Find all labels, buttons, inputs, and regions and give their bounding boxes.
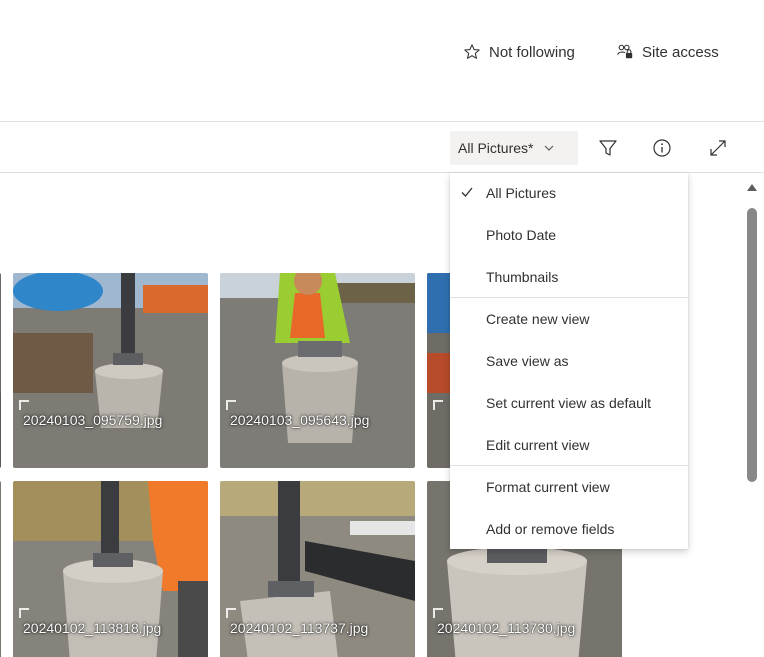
menu-item-label: Format current view [486,479,610,495]
filter-icon [599,140,617,156]
site-access-label: Site access [642,43,719,61]
site-access-button[interactable]: Site access [616,40,719,64]
info-button[interactable] [650,136,674,160]
follow-label: Not following [489,43,575,61]
photo-tile-partial[interactable] [0,481,1,657]
menu-item-all-pictures[interactable]: All Pictures [450,173,688,213]
select-marker [433,608,443,618]
people-lock-icon [617,44,633,59]
menu-item-thumbnails[interactable]: Thumbnails [450,257,688,297]
menu-item-create-new-view[interactable]: Create new view [450,299,688,339]
filter-button[interactable] [596,136,620,160]
menu-divider [450,465,688,466]
photo-thumbnail [220,273,415,468]
info-icon [653,139,671,157]
menu-item-label: Set current view as default [486,395,651,411]
site-header: Not following Site access [0,0,764,122]
scroll-up-arrow-icon[interactable] [747,184,757,191]
select-marker [226,608,236,618]
vertical-scrollbar[interactable] [744,174,760,657]
menu-item-save-view-as[interactable]: Save view as [450,341,688,381]
follow-button[interactable]: Not following [463,40,575,64]
command-bar: All Pictures* [0,123,764,173]
photo-tile[interactable]: 20240103_095759.jpg [13,273,208,468]
photo-filename: 20240102_113737.jpg [230,620,369,636]
menu-item-label: Add or remove fields [486,521,615,537]
menu-item-label: Thumbnails [486,269,559,285]
chevron-down-icon [545,145,554,151]
menu-item-edit-current-view[interactable]: Edit current view [450,425,688,465]
menu-item-label: Save view as [486,353,569,369]
view-switcher-label: All Pictures* [458,140,534,156]
photo-thumbnail [0,481,1,657]
star-icon [464,44,480,59]
select-marker [226,400,236,410]
photo-filename: 20240103_095759.jpg [23,412,163,428]
photo-filename: 20240102_113818.jpg [23,620,162,636]
menu-item-set-default-view[interactable]: Set current view as default [450,383,688,423]
photo-tile-partial[interactable] [0,273,1,468]
select-marker [19,400,29,410]
menu-item-label: Create new view [486,311,590,327]
menu-item-label: All Pictures [486,185,557,201]
view-switcher[interactable]: All Pictures* [450,131,578,165]
photo-tile[interactable]: 20240102_113818.jpg [13,481,208,657]
photo-filename: 20240103_095643.jpg [230,412,370,428]
menu-divider [450,297,688,298]
fullscreen-button[interactable] [706,136,730,160]
photo-thumbnail [13,273,208,468]
select-marker [433,400,443,410]
view-dropdown-menu: All Pictures Photo Date Thumbnails Creat… [450,173,688,549]
menu-item-add-remove-fields[interactable]: Add or remove fields [450,509,688,549]
photo-tile[interactable]: 20240103_095643.jpg [220,273,415,468]
scroll-thumb[interactable] [747,208,757,482]
photo-filename: 20240102_113730.jpg [437,620,576,636]
photo-tile[interactable]: 20240102_113737.jpg [220,481,415,657]
expand-icon [710,140,726,156]
menu-item-label: Photo Date [486,227,557,243]
menu-item-photo-date[interactable]: Photo Date [450,215,688,255]
select-marker [19,608,29,618]
checkmark-icon [461,187,473,197]
photo-thumbnail [0,273,1,468]
menu-item-label: Edit current view [486,437,590,453]
menu-item-format-current-view[interactable]: Format current view [450,467,688,507]
